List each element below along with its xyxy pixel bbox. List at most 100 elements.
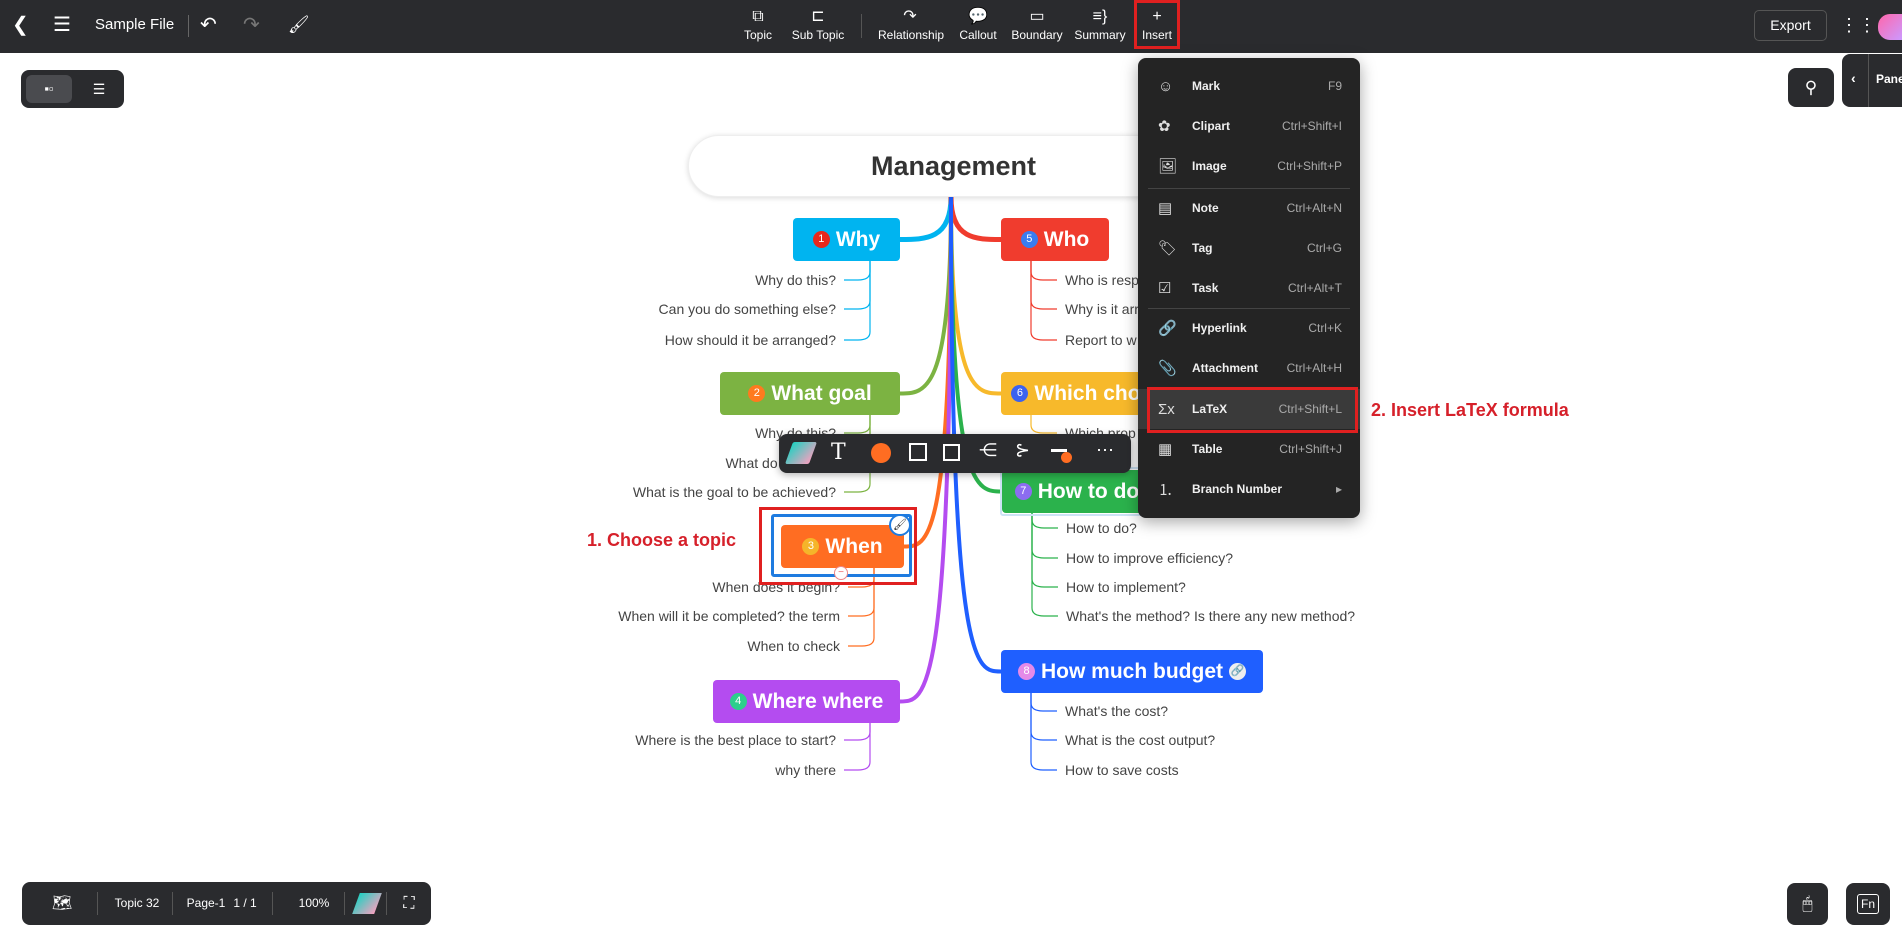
search-button[interactable]: ⚲: [1788, 68, 1834, 107]
fullscreen-icon[interactable]: ⛶: [394, 882, 424, 925]
fill-color-icon[interactable]: [871, 443, 891, 463]
branch-line: [948, 196, 1002, 242]
topic-label: Who: [1043, 227, 1090, 251]
chevron-left-icon: ‹: [1851, 70, 1856, 86]
function-keys-button[interactable]: Fn: [1846, 883, 1890, 925]
subtopic[interactable]: What's the method? Is there any new meth…: [1066, 608, 1355, 624]
format-painter-icon[interactable]: 🖌: [288, 12, 310, 38]
branch-number-badge: 2: [748, 385, 766, 402]
subtopic[interactable]: Why is it arr: [1065, 301, 1139, 317]
more-icon[interactable]: ⋯: [1096, 440, 1114, 461]
subtopic[interactable]: Where is the best place to start?: [635, 732, 836, 748]
topic-label: How much budget: [1041, 659, 1223, 683]
zoom-level[interactable]: 100%: [284, 882, 344, 925]
link-icon[interactable]: 🔗: [1229, 663, 1246, 680]
topic-which-cho[interactable]: 6 Which cho: [1001, 372, 1151, 415]
layout-icon[interactable]: ⋲: [979, 440, 997, 461]
menu-item-tag[interactable]: 🏷 Tag Ctrl+G: [1138, 228, 1360, 268]
map-icon[interactable]: 🗺: [47, 882, 77, 925]
menu-item-mark[interactable]: ☺ Mark F9: [1138, 66, 1360, 106]
insert-menu: ☺ Mark F9 ✿ Clipart Ctrl+Shift+I 🖼 Image Ctrl+Sh…: [1138, 58, 1360, 518]
page-count: 1 / 1: [233, 896, 257, 910]
boundary-icon: ▭: [1029, 8, 1045, 25]
panel-tab[interactable]: ‹ Pane: [1842, 54, 1902, 107]
topic-where-where[interactable]: 4 Where where: [713, 680, 900, 723]
branch-style-icon[interactable]: ⊱: [1015, 440, 1030, 461]
tool-boundary[interactable]: ▭ Boundary: [1005, 6, 1069, 42]
image-icon: 🖼: [1158, 158, 1178, 175]
topic-how-much-budget[interactable]: 8 How much budget 🔗: [1001, 650, 1263, 693]
subtopic[interactable]: Can you do something else?: [659, 301, 836, 317]
tool-label: Boundary: [1011, 28, 1063, 42]
subtopic[interactable]: When will it be completed? the term: [618, 608, 840, 624]
divider: [172, 892, 173, 915]
subtopic[interactable]: Who is resp: [1065, 272, 1139, 288]
tool-relationship[interactable]: ↷ Relationship: [878, 6, 944, 42]
divider: [272, 892, 273, 915]
tool-summary[interactable]: ≡} Summary: [1068, 6, 1132, 42]
outline-view-icon[interactable]: ☰: [79, 75, 119, 103]
mouse-mode-button[interactable]: 🖱: [1787, 883, 1828, 925]
annotation-choose-topic: 1. Choose a topic: [587, 530, 737, 550]
topic-label: Where where: [752, 689, 884, 713]
menu-item-table[interactable]: ▦ Table Ctrl+Shift+J: [1138, 429, 1360, 469]
clipart-icon: ✿: [1158, 118, 1171, 135]
topic-what-goal[interactable]: 2 What goal: [720, 372, 900, 415]
divider: [386, 892, 387, 915]
leaf-line: [1031, 513, 1058, 559]
menu-item-note[interactable]: ▤ Note Ctrl+Alt+N: [1138, 188, 1360, 228]
subtopic[interactable]: How to do?: [1066, 520, 1137, 536]
subtopic[interactable]: How to save costs: [1065, 762, 1179, 778]
panel-label: Pane: [1876, 72, 1902, 86]
menu-item-hyperlink[interactable]: 🔗 Hyperlink Ctrl+K: [1138, 308, 1360, 348]
topic-why[interactable]: 1 Why: [793, 218, 900, 261]
file-title[interactable]: Sample File: [95, 16, 174, 33]
ai-logo-icon[interactable]: [784, 442, 818, 464]
search-icon: ⚲: [1804, 78, 1818, 97]
undo-icon[interactable]: ↶: [200, 12, 217, 38]
subtopic-icon: ⊏: [811, 8, 825, 25]
tool-sub-topic[interactable]: ⊏ Sub Topic: [786, 6, 850, 42]
menu-item-clipart[interactable]: ✿ Clipart Ctrl+Shift+I: [1138, 106, 1360, 146]
divider: [188, 15, 189, 37]
menu-item-task[interactable]: ☑ Task Ctrl+Alt+T: [1138, 268, 1360, 308]
mindmap-view-icon[interactable]: ▪▫: [26, 75, 72, 103]
menu-item-image[interactable]: 🖼 Image Ctrl+Shift+P: [1138, 146, 1360, 186]
menu-icon[interactable]: ☰: [53, 12, 71, 38]
subtopic[interactable]: How to implement?: [1066, 579, 1186, 595]
note-icon: ▤: [1158, 200, 1173, 217]
tool-topic[interactable]: ⧉ Topic: [726, 6, 790, 42]
menu-item-branch-number[interactable]: ⒈ Branch Number ▸: [1138, 469, 1360, 509]
back-icon[interactable]: ❮: [12, 12, 29, 38]
subtopic[interactable]: How should it be arranged?: [665, 332, 836, 348]
tool-callout[interactable]: 💬 Callout: [946, 6, 1010, 42]
branch-line: [903, 196, 953, 549]
mouse-icon: 🖱: [1802, 894, 1813, 913]
export-button[interactable]: Export: [1754, 10, 1827, 41]
border-icon[interactable]: [943, 444, 960, 461]
apps-grid-icon[interactable]: ⋮⋮: [1840, 12, 1876, 38]
subtopic[interactable]: why there: [775, 762, 836, 778]
ai-logo-icon[interactable]: [352, 893, 382, 914]
status-bar: 🗺 Topic 32 Page-1 1 / 1 100% ⛶: [22, 882, 431, 925]
topic-who[interactable]: 5 Who: [1001, 218, 1109, 261]
table-icon: ▦: [1158, 441, 1173, 458]
shape-icon[interactable]: [909, 443, 927, 461]
subtopic[interactable]: What is the cost output?: [1065, 732, 1215, 748]
callout-icon: 💬: [968, 8, 988, 25]
page-name[interactable]: Page-1: [185, 882, 227, 925]
menu-item-attachment[interactable]: 📎 Attachment Ctrl+Alt+H: [1138, 348, 1360, 388]
subtopic[interactable]: Report to w: [1065, 332, 1137, 348]
redo-icon[interactable]: ↷: [243, 12, 260, 38]
subtopic[interactable]: Why do this?: [755, 272, 836, 288]
subtopic[interactable]: What's the cost?: [1065, 703, 1168, 719]
choose-topic-highlight: [759, 507, 917, 585]
divider: [344, 892, 345, 915]
subtopic[interactable]: When to check: [747, 638, 840, 654]
text-style-icon[interactable]: T: [831, 440, 846, 465]
subtopic[interactable]: What is the goal to be achieved?: [633, 484, 836, 500]
divider: [1868, 54, 1869, 107]
avatar[interactable]: [1878, 14, 1902, 40]
subtopic[interactable]: How to improve efficiency?: [1066, 550, 1233, 566]
mark-icon: ☺: [1158, 77, 1174, 95]
